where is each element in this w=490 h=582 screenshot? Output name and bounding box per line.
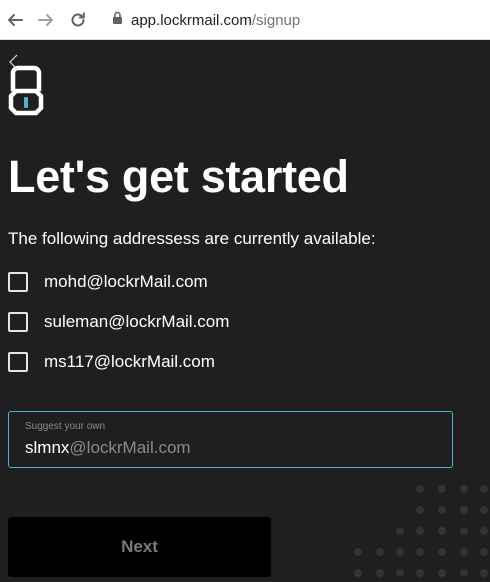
address-bar[interactable]: app.lockrmail.com/signup xyxy=(112,10,300,30)
address-option[interactable]: ms117@lockrMail.com xyxy=(8,351,215,373)
suggest-address-input[interactable]: Suggest your own slmnx@lockrMail.com xyxy=(8,411,453,468)
page-title: Let's get started xyxy=(8,151,349,202)
address-option-label: suleman@lockrMail.com xyxy=(44,312,230,331)
browser-toolbar: app.lockrmail.com/signup xyxy=(0,0,490,40)
address-option[interactable]: suleman@lockrMail.com xyxy=(8,311,229,333)
suggest-address-value[interactable]: slmnx@lockrMail.com xyxy=(25,438,191,458)
lockr-logo-icon xyxy=(8,65,44,116)
url-host: app.lockrmail.com xyxy=(131,11,252,29)
decorative-dot-pattern xyxy=(354,485,488,577)
reload-icon[interactable] xyxy=(67,9,89,31)
next-button[interactable]: Next xyxy=(8,517,271,577)
forward-arrow-icon[interactable] xyxy=(35,9,57,31)
suggest-domain-suffix: @lockrMail.com xyxy=(69,438,191,457)
available-addresses-text: The following addressess are currently a… xyxy=(8,229,376,248)
address-option-label: ms117@lockrMail.com xyxy=(44,352,215,371)
signup-page: Let's get started The following addresse… xyxy=(0,41,490,582)
suggest-typed-text: slmnx xyxy=(25,438,70,457)
address-checkbox[interactable] xyxy=(8,312,28,332)
back-arrow-icon[interactable] xyxy=(4,9,26,31)
address-option[interactable]: mohd@lockrMail.com xyxy=(8,271,208,293)
address-option-label: mohd@lockrMail.com xyxy=(44,272,208,291)
next-button-label: Next xyxy=(121,537,158,556)
lock-icon xyxy=(112,11,123,30)
address-checkbox[interactable] xyxy=(8,272,28,292)
suggest-address-label: Suggest your own xyxy=(25,421,106,432)
url-path: /signup xyxy=(251,11,301,29)
address-checkbox[interactable] xyxy=(8,352,28,372)
